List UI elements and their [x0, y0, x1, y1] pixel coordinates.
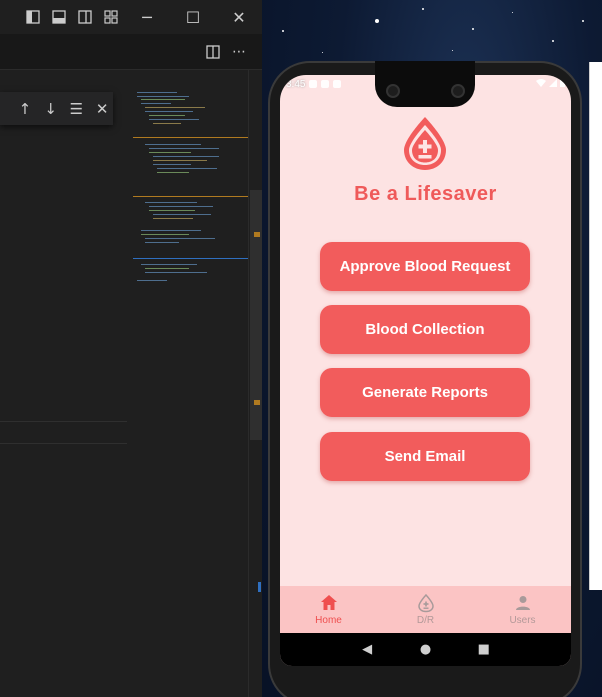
bottom-navigation: Home D/R Users — [280, 586, 571, 633]
status-time: 3:45 — [286, 78, 306, 90]
previous-match-button[interactable]: ↑ — [14, 98, 36, 120]
minimize-window-button[interactable]: ─ — [124, 0, 170, 34]
nav-label-home: Home — [315, 615, 342, 626]
find-in-selection-icon[interactable]: ☰ — [66, 98, 88, 120]
minimap[interactable] — [133, 90, 248, 310]
blood-collection-button[interactable]: Blood Collection — [320, 305, 530, 354]
toggle-panel-icon[interactable] — [46, 0, 72, 34]
person-icon — [515, 596, 530, 610]
front-camera-icon — [451, 84, 465, 98]
next-match-button[interactable]: ↓ — [40, 98, 62, 120]
panel-divider — [0, 443, 127, 444]
home-button[interactable]: ● — [414, 642, 436, 657]
toggle-primary-sidebar-icon[interactable] — [20, 0, 46, 34]
background-window-edge — [589, 62, 602, 590]
title-bar: ─ ☐ ✕ — [0, 0, 262, 34]
sim-icon — [333, 80, 342, 88]
scrollbar-marker — [254, 400, 260, 405]
nav-label-users: Users — [509, 615, 536, 626]
panel-divider — [0, 421, 127, 422]
generate-reports-button[interactable]: Generate Reports — [320, 368, 530, 417]
nav-item-users[interactable]: Users — [474, 586, 571, 633]
send-email-button[interactable]: Send Email — [320, 432, 530, 481]
approve-blood-request-button[interactable]: Approve Blood Request — [320, 242, 530, 291]
customize-layout-icon[interactable] — [98, 0, 124, 34]
phone-screen: 3:45 Be a Lifesaver Approve Blood Reques… — [280, 75, 571, 666]
notification-icon — [321, 80, 330, 88]
recents-button[interactable]: ■ — [473, 642, 495, 657]
more-actions-icon[interactable]: ⋯ — [226, 34, 252, 70]
scrollbar-marker — [254, 232, 260, 237]
nav-item-home[interactable]: Home — [280, 586, 377, 633]
front-camera-icon — [386, 84, 400, 98]
nav-label-dr: D/R — [416, 615, 435, 626]
notification-icon — [309, 80, 318, 88]
maximize-window-button[interactable]: ☐ — [170, 0, 216, 34]
code-editor-window: ─ ☐ ✕ ⋯ ↑ ↓ ☰ ✕ — [0, 0, 262, 697]
split-editor-icon[interactable] — [200, 34, 226, 70]
scrollbar-marker — [258, 582, 261, 592]
toggle-secondary-sidebar-icon[interactable] — [72, 0, 98, 34]
editor-tabs-row: ⋯ — [0, 34, 262, 70]
battery-icon — [560, 78, 565, 87]
back-button[interactable]: ◀ — [356, 642, 378, 657]
blood-drop-icon — [417, 593, 434, 613]
system-navigation-bar: ◀ ● ■ — [280, 633, 571, 666]
close-find-button[interactable]: ✕ — [91, 98, 113, 120]
blood-drop-logo-icon — [404, 117, 446, 170]
app-title: Be a Lifesaver — [354, 183, 497, 205]
signal-icon — [549, 78, 557, 87]
close-window-button[interactable]: ✕ — [216, 0, 262, 34]
editor-scrollbar[interactable] — [248, 70, 262, 697]
home-icon — [320, 595, 337, 610]
wifi-icon — [536, 78, 546, 87]
find-widget: ↑ ↓ ☰ ✕ — [0, 92, 113, 125]
nav-item-dr[interactable]: D/R — [377, 586, 474, 633]
